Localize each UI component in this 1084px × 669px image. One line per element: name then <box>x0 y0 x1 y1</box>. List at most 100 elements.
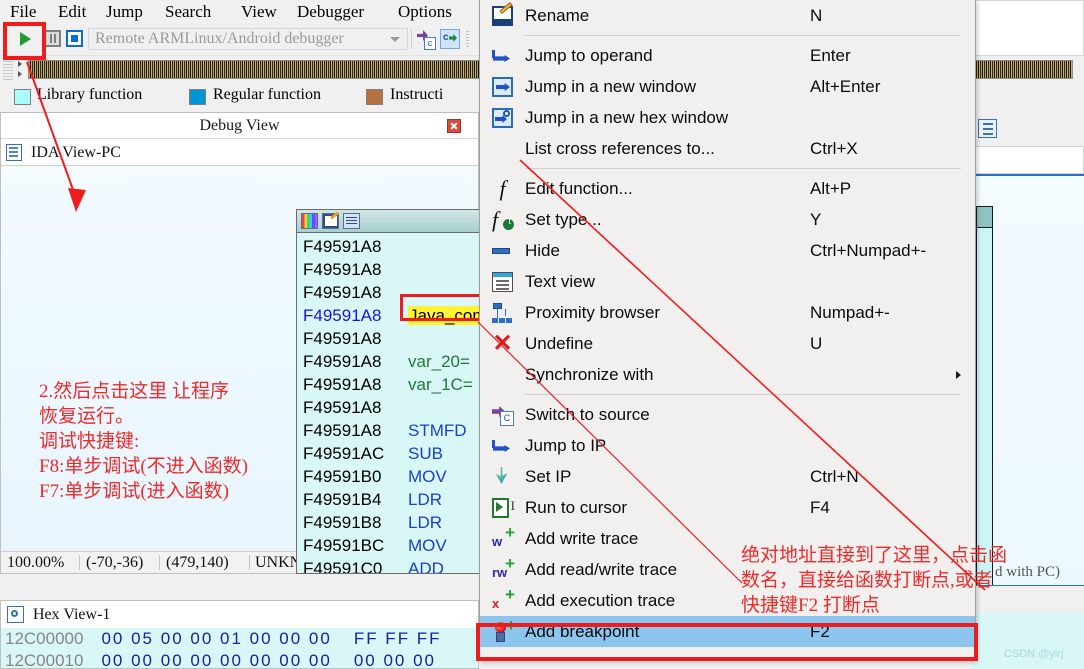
watermark: CSDN @yirj <box>1004 648 1064 660</box>
menu-item-label: Jump in a new window <box>525 77 697 96</box>
hide-icon <box>492 248 510 254</box>
table-row[interactable]: F49591A8 STMFD <box>297 419 485 442</box>
menu-item-jump-to-operand[interactable]: Jump to operand Enter <box>480 40 975 71</box>
menu-file[interactable]: File <box>6 1 40 23</box>
switch-to-source-icon[interactable] <box>416 29 436 50</box>
hex-view-body[interactable]: 12C00000 00 05 00 00 01 00 00 00 FF FF FF … <box>1 628 478 668</box>
palette-icon[interactable] <box>301 213 318 229</box>
annotation-left-line-1: 2.然后点击这里 让程序 <box>39 381 230 402</box>
disasm-address: F49591A8 <box>303 237 382 256</box>
table-row[interactable]: F49591BC MOV <box>297 534 485 557</box>
menu-item-label: Undefine <box>525 334 594 353</box>
text-view-icon <box>492 272 513 292</box>
menu-item-run-to-cursor[interactable]: I Run to cursor F4 <box>480 492 975 523</box>
tab-ida-view-pc[interactable]: IDA View-PC <box>7 141 131 164</box>
stop-icon[interactable] <box>66 30 83 47</box>
menu-view[interactable]: View <box>237 1 281 23</box>
menu-item-text-view[interactable]: Text view <box>480 266 975 297</box>
list-icon[interactable] <box>978 119 997 138</box>
menu-edit[interactable]: Edit <box>54 1 90 23</box>
tab-hex-view-1[interactable]: Hex View-1 <box>7 603 110 626</box>
table-row[interactable]: F49591B4 LDR <box>297 488 485 511</box>
annotation-left-line-3: 调试快捷键: <box>39 431 140 452</box>
menu-item-synchronize-with[interactable]: Synchronize with <box>480 359 975 390</box>
table-row[interactable]: F49591A8 <box>297 327 485 350</box>
menu-item-label: Add write trace <box>525 529 639 548</box>
table-row[interactable]: F49591B0 MOV <box>297 465 485 488</box>
menu-item-accel: Alt+P <box>810 179 852 198</box>
debug-view-titlebar: Debug View <box>1 113 478 139</box>
menu-item-accel: Ctrl+N <box>810 467 859 486</box>
menu-jump[interactable]: Jump <box>102 1 147 23</box>
menu-item-edit-function[interactable]: f Edit function... Alt+P <box>480 173 975 204</box>
table-row[interactable]: F49591A8 <box>297 235 485 258</box>
disasm-address: F49591B8 <box>303 513 382 532</box>
menu-item-label: List cross references to... <box>525 139 715 158</box>
menu-item-list-cross-references-to[interactable]: List cross references to... Ctrl+X <box>480 133 975 164</box>
trace-glyph: w <box>492 534 503 549</box>
toolbar-grip[interactable] <box>466 31 469 47</box>
table-row[interactable]: F49591A8 <box>297 258 485 281</box>
menu-item-label: Jump to IP <box>525 436 607 455</box>
debugger-select[interactable]: Remote ARMLinux/Android debugger <box>88 28 408 50</box>
menu-item-accel: Alt+Enter <box>810 77 881 96</box>
legend-label-regular: Regular function <box>213 86 321 103</box>
hex-address: 12C00010 <box>5 651 84 668</box>
menu-item-rename[interactable]: Rename N <box>480 0 975 31</box>
disasm-address: F49591B0 <box>303 467 382 486</box>
table-row[interactable]: F49591C0 ADD <box>297 557 485 573</box>
menu-item-proximity-browser[interactable]: Proximity browser Numpad+- <box>480 297 975 328</box>
hex-row: 12C00000 00 05 00 00 01 00 00 00 FF FF FF <box>1 628 478 650</box>
disasm-address: F49591A8 <box>303 352 382 371</box>
jump-arrow-icon <box>492 439 510 453</box>
menu-item-label: Set type... <box>525 210 602 229</box>
disasm-mnemonic: LDR <box>408 513 443 532</box>
proximity-browser-icon <box>492 303 513 323</box>
hex-bytes-1: 00 00 00 00 00 00 00 00 <box>101 651 332 668</box>
menu-item-jump-in-a-new-window[interactable]: Jump in a new window Alt+Enter <box>480 71 975 102</box>
right-panel-scrollbar[interactable] <box>976 206 993 596</box>
rename-icon[interactable] <box>322 213 339 229</box>
menu-item-switch-to-source[interactable]: Switch to source <box>480 399 975 430</box>
right-panel-scroll-thumb[interactable] <box>976 206 993 228</box>
jump-new-window-icon <box>492 77 513 97</box>
disassembly-toolbar <box>297 210 485 233</box>
highlight-box-function-name <box>400 294 482 321</box>
table-row[interactable]: F49591A8 var_20= <box>297 350 485 373</box>
menu-search[interactable]: Search <box>161 1 215 23</box>
table-row[interactable]: F49591AC SUB <box>297 442 485 465</box>
disasm-mnemonic: STMFD <box>408 421 467 440</box>
table-row[interactable]: F49591A8 <box>297 396 485 419</box>
menu-item-jump-in-a-new-hex-window[interactable]: Jump in a new hex window <box>480 102 975 133</box>
table-row[interactable]: F49591B8 LDR <box>297 511 485 534</box>
menu-item-hide[interactable]: Hide Ctrl+Numpad+- <box>480 235 975 266</box>
graph-icon[interactable] <box>343 213 360 229</box>
menu-separator <box>525 394 961 395</box>
menu-item-accel: Enter <box>810 46 851 65</box>
menu-separator <box>525 168 961 169</box>
menu-item-set-type[interactable]: ft Set type... Y <box>480 204 975 235</box>
disasm-address: F49591A8 <box>303 306 382 325</box>
table-row[interactable]: F49591A8 var_1C= <box>297 373 485 396</box>
menu-debugger[interactable]: Debugger <box>293 1 368 23</box>
right-panel-header <box>971 146 1084 174</box>
menu-item-jump-to-ip[interactable]: Jump to IP <box>480 430 975 461</box>
close-icon[interactable] <box>447 119 461 133</box>
disasm-mnemonic: LDR <box>408 490 443 509</box>
navband-grip[interactable] <box>3 58 13 80</box>
jump-new-hex-window-icon <box>492 108 513 128</box>
debug-view-title: Debug View <box>199 117 280 134</box>
menu-separator <box>525 35 961 36</box>
pause-icon[interactable] <box>44 30 61 47</box>
menu-item-undefine[interactable]: ✕ Undefine U <box>480 328 975 359</box>
hex-view-window: Hex View-1 12C00000 00 05 00 00 01 00 00 … <box>0 600 479 669</box>
menu-item-accel: Y <box>810 210 822 229</box>
menu-item-set-ip[interactable]: Set IP Ctrl+N <box>480 461 975 492</box>
disasm-address: F49591BC <box>303 536 385 555</box>
navband-arrows[interactable] <box>16 58 26 80</box>
disasm-address: F49591AC <box>303 444 385 463</box>
annotation-right-line-2: 数名，直接给函数打断点,或者 <box>741 570 993 591</box>
hex-address: 12C00000 <box>5 629 84 648</box>
switch-to-code-icon[interactable] <box>440 29 460 49</box>
menu-options[interactable]: Options <box>394 1 456 23</box>
